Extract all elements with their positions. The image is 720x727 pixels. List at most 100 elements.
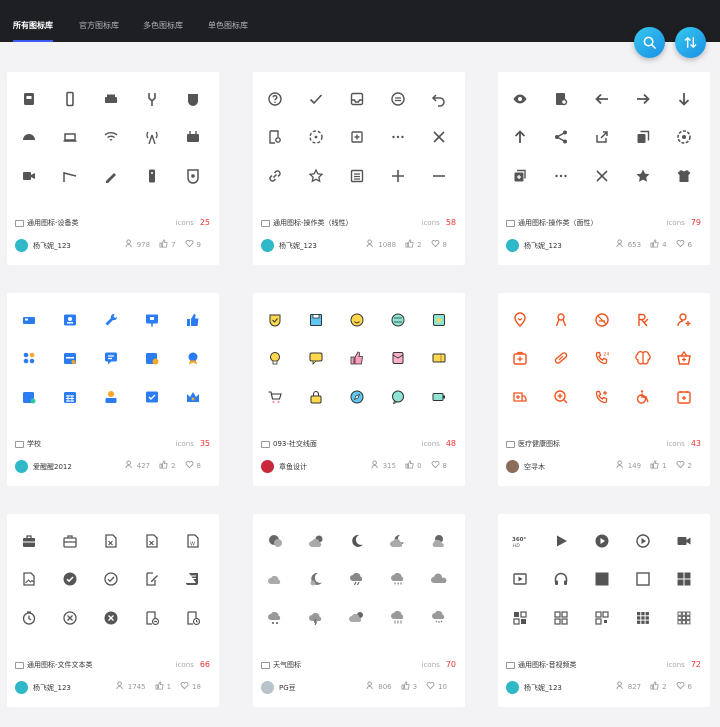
- author[interactable]: 空寻木: [506, 460, 545, 473]
- compass-icon[interactable]: [346, 386, 368, 408]
- library-title[interactable]: 通用图标-设备类: [15, 218, 79, 228]
- laptop-icon[interactable]: [59, 126, 81, 148]
- avatar[interactable]: [261, 460, 274, 473]
- lock_y-icon[interactable]: [305, 386, 327, 408]
- sh_y-icon[interactable]: [264, 309, 286, 331]
- mail_p-icon[interactable]: [387, 347, 409, 369]
- grid4-icon[interactable]: [673, 568, 695, 590]
- brief-icon[interactable]: [18, 530, 40, 552]
- docclock-icon[interactable]: [182, 607, 204, 629]
- grid9o-icon[interactable]: [673, 607, 695, 629]
- library-title[interactable]: 093-社交线面: [261, 439, 317, 449]
- favorites-stat[interactable]: 2: [676, 460, 692, 471]
- addbox-icon[interactable]: [346, 126, 368, 148]
- playo-icon[interactable]: [632, 530, 654, 552]
- help-icon[interactable]: [264, 88, 286, 110]
- calmed-icon[interactable]: [673, 386, 695, 408]
- star-icon[interactable]: [632, 165, 654, 187]
- library-title[interactable]: 通用图标-文件文本类: [15, 660, 93, 670]
- copy-icon[interactable]: [632, 126, 654, 148]
- favorites-stat[interactable]: 9: [185, 239, 201, 250]
- msg_y-icon[interactable]: [305, 347, 327, 369]
- vidplay-icon[interactable]: [509, 568, 531, 590]
- pen-icon[interactable]: [100, 165, 122, 187]
- save_b-icon[interactable]: [305, 309, 327, 331]
- ringfill-icon[interactable]: [673, 126, 695, 148]
- likes-stat[interactable]: 4: [650, 239, 667, 250]
- hail-icon[interactable]: [264, 607, 286, 629]
- icon-library-card[interactable]: 天气图标 icons 70 PG豆 806 3 10: [253, 514, 465, 707]
- chat_g-icon[interactable]: [387, 386, 409, 408]
- call24-icon[interactable]: 24: [591, 347, 613, 369]
- grid9-icon[interactable]: [632, 607, 654, 629]
- right-icon[interactable]: [632, 88, 654, 110]
- likes-stat[interactable]: 1: [650, 460, 667, 471]
- medal-icon[interactable]: [182, 347, 204, 369]
- likes-stat[interactable]: 0: [405, 460, 422, 471]
- firstaid-icon[interactable]: [509, 347, 531, 369]
- idcard-icon[interactable]: [59, 309, 81, 331]
- likes-stat[interactable]: 7: [159, 239, 176, 250]
- dots-icon[interactable]: [550, 165, 572, 187]
- avatar[interactable]: [506, 460, 519, 473]
- favorites-stat[interactable]: 8: [185, 460, 201, 471]
- avatar[interactable]: [261, 681, 274, 694]
- favorites-stat[interactable]: 8: [431, 460, 447, 471]
- library-title[interactable]: 通用图标-操作类（线性）: [261, 218, 353, 228]
- avatar[interactable]: [15, 681, 28, 694]
- chat-icon[interactable]: [100, 347, 122, 369]
- crown-icon[interactable]: [182, 386, 204, 408]
- camera-icon[interactable]: [18, 165, 40, 187]
- storm-icon[interactable]: [346, 568, 368, 590]
- bulb-icon[interactable]: [264, 347, 286, 369]
- starline-icon[interactable]: [305, 165, 327, 187]
- plus-icon[interactable]: [387, 165, 409, 187]
- check-icon[interactable]: [305, 88, 327, 110]
- tower-icon[interactable]: [141, 126, 163, 148]
- cloudm-icon[interactable]: [305, 530, 327, 552]
- docimg-icon[interactable]: [18, 568, 40, 590]
- sheild2-icon[interactable]: [182, 165, 204, 187]
- calgear-icon[interactable]: [18, 386, 40, 408]
- icon-library-card[interactable]: 093-社交线面 icons 48 章鱼设计 315 0 8: [253, 293, 465, 486]
- ribbon-icon[interactable]: [550, 309, 572, 331]
- docx-icon[interactable]: [141, 530, 163, 552]
- helmet-icon[interactable]: [18, 126, 40, 148]
- xfill-icon[interactable]: [100, 607, 122, 629]
- pill-icon[interactable]: [550, 347, 572, 369]
- author[interactable]: 杨飞妮_123: [15, 681, 71, 694]
- inbox-icon[interactable]: [346, 88, 368, 110]
- avatar[interactable]: [506, 239, 519, 252]
- favorites-stat[interactable]: 6: [676, 681, 692, 692]
- icon-library-card[interactable]: 通用图标-操作类（线性） icons 58 杨飞妮_123 1088 2 8: [253, 72, 465, 265]
- cloud2-icon[interactable]: [428, 568, 450, 590]
- cloudbolt-icon[interactable]: [305, 607, 327, 629]
- undo-icon[interactable]: [428, 88, 450, 110]
- checko-icon[interactable]: [100, 568, 122, 590]
- xcirc-icon[interactable]: [59, 607, 81, 629]
- icon-library-card[interactable]: 24 医疗健康图标 icons 43 空寻木 149 1 2: [498, 293, 710, 486]
- moonc-icon[interactable]: [264, 530, 286, 552]
- docminus-icon[interactable]: [141, 607, 163, 629]
- dashring-icon[interactable]: [305, 126, 327, 148]
- addfill-icon[interactable]: [509, 165, 531, 187]
- icon-library-card[interactable]: 通用图标-设备类 icons 25 杨飞妮_123 978 7 9: [7, 72, 219, 265]
- smile-icon[interactable]: [346, 309, 368, 331]
- phone-icon[interactable]: [59, 88, 81, 110]
- searchp-icon[interactable]: [550, 386, 572, 408]
- rain-icon[interactable]: [387, 568, 409, 590]
- down-icon[interactable]: [673, 88, 695, 110]
- video-icon[interactable]: [673, 530, 695, 552]
- cloud-icon[interactable]: [264, 568, 286, 590]
- batt-icon[interactable]: [428, 386, 450, 408]
- likes-stat[interactable]: 2: [159, 460, 176, 471]
- docx-icon[interactable]: [100, 530, 122, 552]
- tab-monochrome-libraries[interactable]: 单色图标库: [208, 0, 248, 42]
- board-icon[interactable]: [141, 309, 163, 331]
- avatar[interactable]: [15, 460, 28, 473]
- sunrain-icon[interactable]: [346, 607, 368, 629]
- favorites-stat[interactable]: 18: [180, 681, 201, 692]
- favorites-stat[interactable]: 10: [426, 681, 447, 692]
- docsearch-icon[interactable]: [264, 126, 286, 148]
- tab-all-libraries[interactable]: 所有图标库: [13, 0, 53, 42]
